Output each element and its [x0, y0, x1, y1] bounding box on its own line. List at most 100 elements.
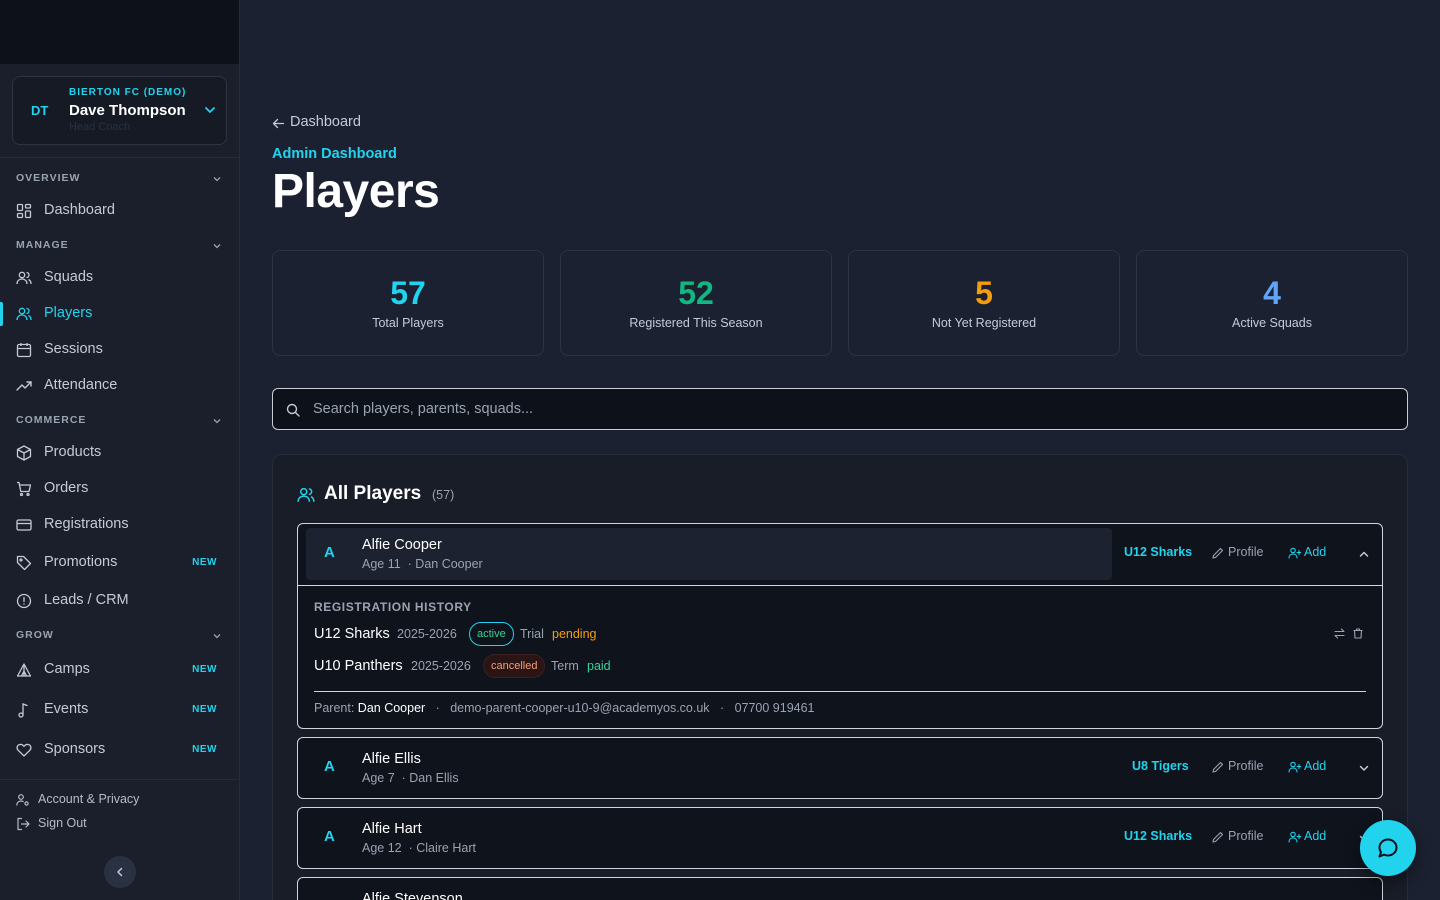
- sidebar-item-label: Promotions: [44, 554, 118, 570]
- player-row[interactable]: A Alfie Hart Age 12 · Claire Hart U12 Sh…: [306, 812, 1374, 864]
- trash-icon[interactable]: [1353, 628, 1363, 639]
- stat-value: 52: [678, 275, 714, 311]
- user-plus-icon: [1288, 761, 1301, 773]
- chevron-down-icon: [213, 419, 221, 424]
- card-icon: [16, 519, 32, 531]
- users-icon: [16, 271, 32, 285]
- player-age: Age 12: [362, 841, 402, 855]
- alert-circle-icon: [16, 593, 32, 609]
- player-meta: Age 7 · Dan Ellis: [362, 771, 459, 785]
- payment-status: paid: [587, 659, 611, 673]
- stat-card-not-registered: 5 Not Yet Registered: [848, 250, 1120, 356]
- account-privacy-link[interactable]: Account & Privacy: [16, 791, 156, 809]
- grid-icon: [16, 203, 32, 219]
- chevron-up-icon[interactable]: [1358, 548, 1370, 560]
- sidebar-item-events[interactable]: Events NEW: [0, 694, 239, 726]
- sidebar-item-label: Registrations: [44, 516, 129, 532]
- sidebar-item-label: Sessions: [44, 341, 103, 357]
- player-age: Age 7: [362, 771, 395, 785]
- user-role: Head Coach: [69, 121, 131, 133]
- parent-email[interactable]: demo-parent-cooper-u10-9@academyos.co.uk: [450, 701, 709, 715]
- payment-status: pending: [552, 627, 597, 641]
- collapse-sidebar-button[interactable]: [104, 856, 136, 888]
- chevron-down-icon: [213, 244, 221, 249]
- registration-type: Trial: [520, 627, 544, 641]
- profile-button[interactable]: Profile: [1212, 829, 1268, 845]
- sidebar-item-products[interactable]: Products: [0, 437, 239, 469]
- section-commerce[interactable]: COMMERCE: [16, 414, 224, 430]
- user-initials-avatar: DT: [31, 103, 49, 118]
- sign-out-link[interactable]: Sign Out: [16, 815, 106, 833]
- add-registration-button[interactable]: Add: [1288, 759, 1332, 775]
- sidebar-item-dashboard[interactable]: Dashboard: [0, 195, 239, 227]
- sidebar-item-registrations[interactable]: Registrations: [0, 509, 239, 541]
- transfer-icon[interactable]: [1334, 628, 1345, 639]
- heart-icon: [16, 743, 32, 757]
- profile-button[interactable]: Profile: [1212, 759, 1268, 775]
- add-label: Add: [1304, 545, 1327, 559]
- parent-phone[interactable]: 07700 919461: [735, 701, 815, 715]
- player-squad-link[interactable]: U8 Tigers: [1132, 759, 1189, 773]
- section-grow[interactable]: GROW: [16, 629, 224, 645]
- sidebar-item-leads-crm[interactable]: Leads / CRM: [0, 585, 239, 617]
- sidebar-item-players[interactable]: Players: [0, 298, 239, 330]
- sidebar-item-sessions[interactable]: Sessions: [0, 334, 239, 366]
- stat-card-active-squads: 4 Active Squads: [1136, 250, 1408, 356]
- player-name: Alfie Stevenson: [362, 891, 463, 900]
- player-squad-link[interactable]: U12 Sharks: [1124, 545, 1192, 559]
- section-manage[interactable]: MANAGE: [16, 239, 224, 255]
- sidebar-item-promotions[interactable]: Promotions NEW: [0, 547, 239, 579]
- registration-actions: [1334, 628, 1364, 642]
- sidebar-item-orders[interactable]: Orders: [0, 473, 239, 505]
- registration-type: Term: [551, 659, 579, 673]
- player-row[interactable]: Alfie Stevenson: [306, 882, 1374, 900]
- player-meta: Age 11 · Dan Cooper: [362, 557, 483, 571]
- back-to-dashboard-link[interactable]: Dashboard: [272, 114, 382, 132]
- stat-label: Active Squads: [1232, 316, 1312, 330]
- chevron-down-icon: [213, 177, 221, 182]
- registration-row: U10 Panthers 2025-2026 cancelled Term pa…: [314, 654, 1364, 678]
- add-registration-button[interactable]: Add: [1288, 829, 1332, 845]
- sidebar-item-label: Events: [44, 701, 89, 717]
- player-squad-link[interactable]: U12 Sharks: [1124, 829, 1192, 843]
- sidebar-item-sponsors[interactable]: Sponsors NEW: [0, 734, 239, 766]
- sidebar-divider: [0, 157, 240, 158]
- search-input[interactable]: [313, 389, 1393, 429]
- stat-label: Registered This Season: [629, 316, 763, 330]
- player-initial-avatar: A: [324, 544, 335, 561]
- chat-button[interactable]: [1360, 820, 1416, 876]
- registration-row: U12 Sharks 2025-2026 active Trial pendin…: [314, 622, 1364, 646]
- sidebar-item-squads[interactable]: Squads: [0, 262, 239, 294]
- main-content: Dashboard Admin Dashboard Players 57 Tot…: [240, 0, 1440, 900]
- panel-header: All Players (57): [297, 483, 497, 507]
- sidebar-item-attendance[interactable]: Attendance: [0, 370, 239, 402]
- account-privacy-label: Account & Privacy: [38, 792, 140, 806]
- sign-out-label: Sign Out: [38, 816, 87, 830]
- player-card: Alfie Stevenson: [297, 877, 1383, 900]
- player-row[interactable]: A Alfie Cooper Age 11 · Dan Cooper U12 S…: [306, 528, 1374, 580]
- player-age: Age 11: [362, 557, 401, 571]
- trend-up-icon: [16, 381, 32, 391]
- user-plus-icon: [1288, 547, 1301, 559]
- users-icon: [297, 487, 315, 502]
- tent-icon: [16, 663, 32, 677]
- stat-label: Not Yet Registered: [931, 316, 1037, 330]
- club-name: BIERTON FC (DEMO): [69, 87, 187, 98]
- parent-label: Parent:: [314, 701, 355, 715]
- profile-button[interactable]: Profile: [1212, 545, 1268, 561]
- section-label: COMMERCE: [16, 414, 87, 426]
- registration-history-title: REGISTRATION HISTORY: [314, 600, 472, 614]
- player-name: Alfie Cooper: [362, 537, 442, 553]
- panel-title: All Players: [324, 483, 422, 504]
- breadcrumb[interactable]: Admin Dashboard: [272, 146, 397, 162]
- chevron-down-icon[interactable]: [1358, 762, 1370, 774]
- player-row[interactable]: A Alfie Ellis Age 7 · Dan Ellis U8 Tiger…: [306, 742, 1374, 794]
- sidebar-item-camps[interactable]: Camps NEW: [0, 654, 239, 686]
- parent-contact: Parent: Dan Cooper · demo-parent-cooper-…: [314, 701, 815, 715]
- player-name: Alfie Ellis: [362, 751, 421, 767]
- add-registration-button[interactable]: Add: [1288, 545, 1332, 561]
- sidebar: DT BIERTON FC (DEMO) Dave Thompson Head …: [0, 0, 240, 900]
- section-overview[interactable]: OVERVIEW: [16, 172, 224, 188]
- user-switcher[interactable]: DT BIERTON FC (DEMO) Dave Thompson Head …: [12, 76, 227, 145]
- chevron-down-icon: [205, 107, 215, 113]
